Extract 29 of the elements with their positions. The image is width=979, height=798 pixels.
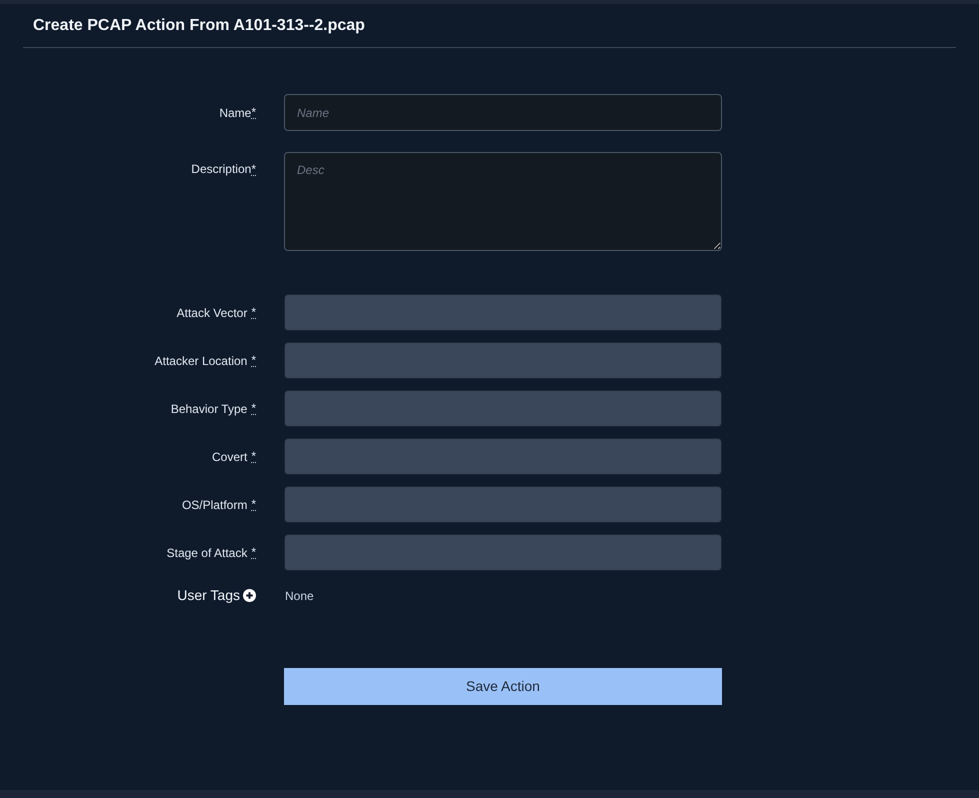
field-label: Behavior Type: [170, 400, 248, 418]
required-mark: *: [251, 162, 256, 176]
name-field[interactable]: Name: [284, 94, 722, 131]
select-field[interactable]: [284, 390, 722, 427]
required-mark: *: [251, 354, 256, 367]
required-mark: *: [251, 402, 256, 415]
select-field[interactable]: [284, 294, 722, 331]
required-mark: *: [251, 106, 256, 119]
user-tags-label: User Tags: [177, 586, 240, 605]
field-label: Attack Vector: [176, 304, 248, 322]
description-field[interactable]: Desc: [284, 152, 722, 251]
required-mark: *: [251, 498, 256, 511]
required-mark: *: [251, 306, 256, 319]
select-field[interactable]: [284, 486, 722, 523]
select-field[interactable]: [284, 342, 722, 379]
field-label: Stage of Attack: [166, 544, 248, 562]
select-field[interactable]: [284, 534, 722, 571]
field-label: Name: [219, 104, 252, 122]
add-icon[interactable]: [243, 589, 256, 602]
field-label: Description: [191, 161, 252, 178]
required-mark: *: [251, 546, 256, 559]
field-label: Attacker Location: [154, 352, 248, 370]
save-action-button[interactable]: Save Action: [284, 668, 722, 705]
field-label: OS/Platform: [182, 496, 248, 514]
page-title: Create PCAP Action From A101-313--2.pcap: [33, 16, 365, 36]
required-mark: *: [251, 450, 256, 463]
user-tags-value: None: [285, 588, 314, 604]
select-field[interactable]: [284, 438, 722, 475]
field-label: Covert: [212, 448, 248, 466]
